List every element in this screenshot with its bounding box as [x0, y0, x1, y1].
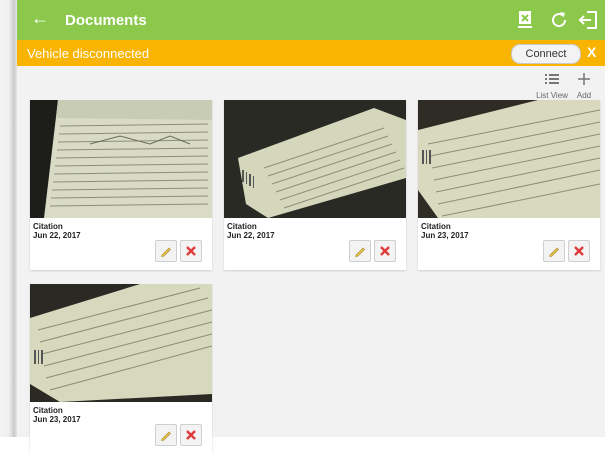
document-photo[interactable]	[30, 100, 212, 218]
refresh-icon[interactable]	[547, 8, 571, 32]
connect-button[interactable]: Connect	[511, 44, 581, 64]
delete-x-icon	[186, 246, 196, 256]
edit-button[interactable]	[155, 424, 177, 446]
delete-button[interactable]	[180, 240, 202, 262]
document-date: Jun 22, 2017	[227, 231, 275, 240]
document-date: Jun 23, 2017	[421, 231, 469, 240]
document-photo[interactable]	[418, 100, 600, 218]
document-photo[interactable]	[224, 100, 406, 218]
app-screen: ← Documents Vehicle disconnected Connect…	[17, 0, 605, 454]
delete-x-icon	[380, 246, 390, 256]
list-view-button[interactable]: List View	[535, 72, 569, 100]
document-date: Jun 22, 2017	[33, 231, 81, 240]
add-label: Add	[576, 91, 592, 100]
plus-icon	[578, 73, 590, 85]
edit-button[interactable]	[155, 240, 177, 262]
vehicle-status-banner: Vehicle disconnected Connect X	[17, 40, 605, 66]
pencil-icon	[355, 247, 365, 257]
delete-button[interactable]	[374, 240, 396, 262]
edit-button[interactable]	[543, 240, 565, 262]
document-card[interactable]: Citation Jun 22, 2017	[30, 100, 212, 270]
list-icon	[545, 74, 559, 84]
back-arrow-icon[interactable]: ←	[31, 8, 49, 28]
document-name: Citation	[421, 222, 451, 231]
pencil-icon	[161, 247, 171, 257]
close-banner-button[interactable]: X	[587, 44, 596, 60]
delete-x-icon	[574, 246, 584, 256]
vehicle-status-message: Vehicle disconnected	[27, 46, 150, 61]
document-name: Citation	[33, 222, 63, 231]
app-bar: ← Documents	[17, 0, 605, 40]
device-download-icon[interactable]	[513, 8, 537, 32]
add-button[interactable]: Add	[572, 72, 596, 100]
document-name: Citation	[33, 406, 63, 415]
delete-button[interactable]	[568, 240, 590, 262]
screen-edge	[0, 0, 17, 437]
page-title: Documents	[65, 12, 147, 29]
pencil-icon	[549, 247, 559, 257]
list-view-label: List View	[536, 91, 568, 100]
document-card[interactable]: Citation Jun 22, 2017	[224, 100, 406, 270]
document-card[interactable]: Citation Jun 23, 2017	[418, 100, 600, 270]
edit-button[interactable]	[349, 240, 371, 262]
delete-x-icon	[186, 430, 196, 440]
document-name: Citation	[227, 222, 257, 231]
document-photo[interactable]	[30, 284, 212, 402]
document-date: Jun 23, 2017	[33, 415, 81, 424]
logout-icon[interactable]	[577, 8, 601, 32]
delete-button[interactable]	[180, 424, 202, 446]
pencil-icon	[161, 431, 171, 441]
document-card[interactable]: Citation Jun 23, 2017	[30, 284, 212, 454]
